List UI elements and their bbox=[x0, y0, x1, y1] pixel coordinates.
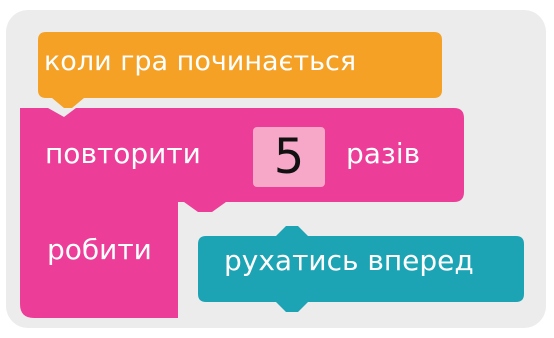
repeat-count-value[interactable]: 5 bbox=[253, 127, 325, 187]
repeat-times-label: разів bbox=[346, 137, 421, 170]
repeat-label: повторити bbox=[45, 137, 201, 170]
move-forward-label: рухатись вперед bbox=[224, 244, 474, 277]
event-block-label: коли гра починається bbox=[44, 46, 357, 77]
repeat-do-label: робити bbox=[47, 233, 152, 266]
